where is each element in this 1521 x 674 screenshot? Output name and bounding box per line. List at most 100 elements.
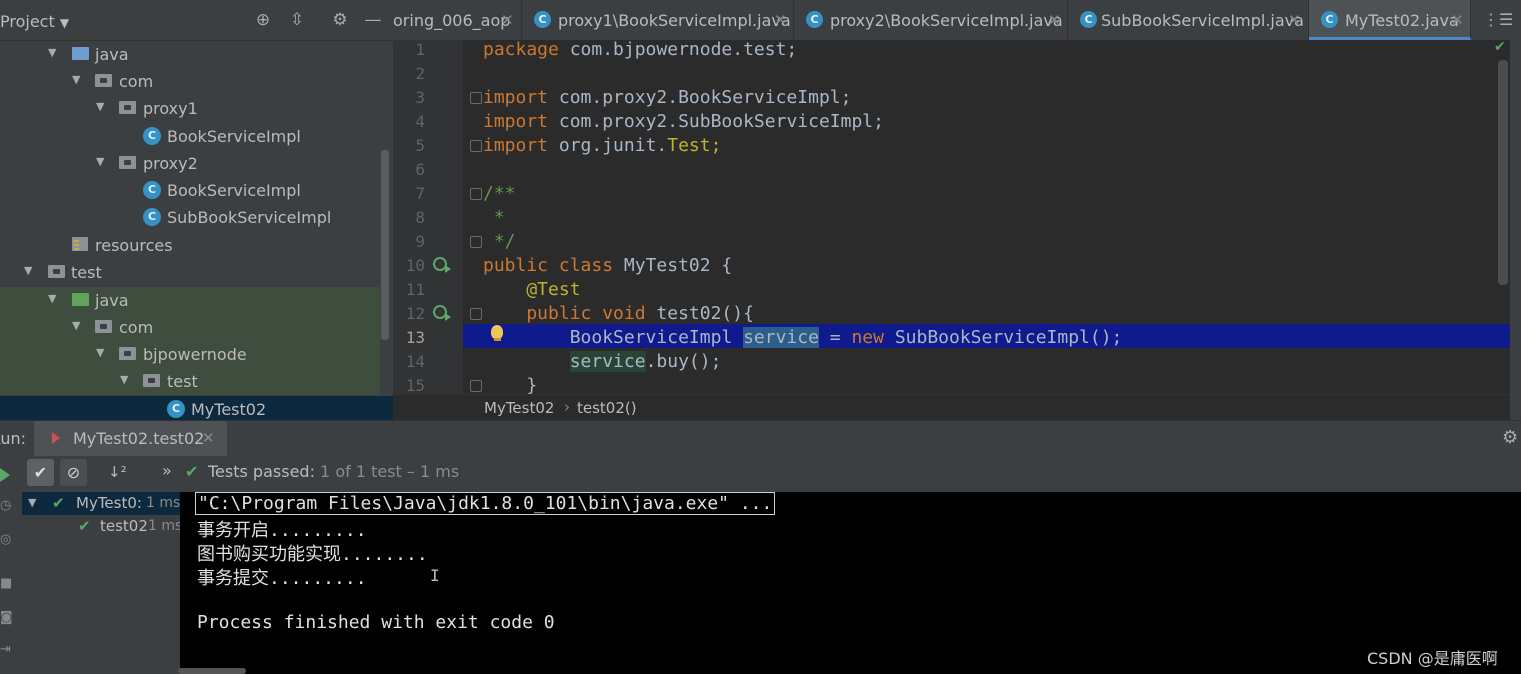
tab-label: SubBookServiceImpl.java [1101, 11, 1304, 30]
chevron-down-icon[interactable]: ▼ [24, 264, 36, 277]
chevron-down-icon[interactable]: ▼ [28, 496, 36, 509]
watermark: CSDN @是庸医啊 [1367, 649, 1498, 668]
tree-item-com[interactable]: ▼ com [0, 314, 380, 341]
tree-item-test[interactable]: ▼ test [0, 368, 380, 395]
tree-item-test[interactable]: ▼ test [0, 259, 380, 286]
close-icon[interactable]: ✕ [501, 11, 514, 29]
sort-icon[interactable]: ↓² [108, 463, 127, 481]
console-line: 事务开启......... [197, 520, 367, 541]
chevron-down-icon[interactable]: ▼ [120, 373, 132, 386]
tab-spring-006-aop[interactable]: oring_006_aop ✕ [393, 0, 522, 40]
code-text: BookServiceImpl [483, 327, 744, 348]
package-icon [119, 156, 136, 169]
close-icon[interactable]: ✕ [1288, 11, 1301, 29]
code-line-4: import com.proxy2.SubBookServiceImpl; [483, 111, 884, 135]
chevron-down-icon[interactable]: ▼ [96, 100, 108, 113]
fold-icon[interactable] [470, 188, 482, 200]
run-test-icon[interactable] [433, 257, 451, 273]
locate-icon[interactable]: ⊕ [252, 9, 274, 31]
keyword: public class [483, 255, 614, 276]
inspection-ok-icon[interactable]: ✔ [1494, 39, 1506, 55]
run-label: Run: [0, 429, 27, 448]
project-scrollbar[interactable] [381, 150, 389, 340]
fold-icon[interactable] [470, 92, 482, 104]
fold-icon[interactable] [470, 380, 482, 392]
gear-icon[interactable]: ⚙ [329, 9, 351, 31]
close-icon[interactable]: ✕ [1048, 11, 1061, 29]
code-text: org.junit. [548, 135, 668, 156]
line-number: 4 [415, 112, 425, 131]
project-view-selector[interactable]: Project ▼ [0, 12, 69, 31]
console-output[interactable]: "C:\Program Files\Java\jdk1.8.0_101\bin\… [180, 492, 1521, 674]
package-icon [95, 320, 112, 333]
keyword: public void [483, 303, 646, 324]
breadcrumb-item[interactable]: MyTest02 [484, 399, 554, 417]
stop-icon[interactable]: ■ [0, 576, 12, 591]
tab-label: oring_006_aop [393, 11, 511, 30]
tab-proxy2-bookserviceimpl[interactable]: C proxy2\BookServiceImpl.java ✕ [794, 0, 1068, 40]
run-test-icon[interactable] [433, 305, 451, 321]
camera-icon[interactable]: ◎ [0, 532, 12, 547]
close-icon[interactable]: ✕ [1451, 11, 1464, 29]
test-tree-scrollbar[interactable] [178, 668, 246, 674]
breadcrumb-item[interactable]: test02() [577, 399, 637, 417]
chevron-down-icon[interactable]: ▼ [48, 46, 60, 59]
tree-item-resources[interactable]: resources [0, 232, 380, 259]
tab-subbookserviceimpl[interactable]: C SubBookServiceImpl.java ✕ [1068, 0, 1309, 40]
fold-icon[interactable] [470, 140, 482, 152]
editor-scrollbar[interactable] [1498, 60, 1508, 285]
project-title: Project [0, 12, 55, 31]
test-suite-row[interactable]: ▼ ✔ MyTest0: 1 ms [22, 492, 181, 515]
tree-item-java[interactable]: ▼ java [0, 287, 380, 314]
code-editor[interactable]: 1 2 3 4 5 6 7 8 9 10 11 12 13 14 15 pack… [393, 40, 1510, 394]
rerun-icon[interactable] [0, 468, 10, 482]
tree-item-bjpowernode[interactable]: ▼ bjpowernode [0, 341, 380, 368]
tree-item-mytest02[interactable]: C MyTest02 [0, 396, 393, 420]
tree-item-proxy2[interactable]: ▼ proxy2 [0, 150, 380, 177]
chevron-down-icon[interactable]: ▼ [48, 292, 60, 305]
code-line-13: BookServiceImpl service = new SubBookSer… [483, 327, 1122, 351]
tab-proxy1-bookserviceimpl[interactable]: C proxy1\BookServiceImpl.java ✕ [522, 0, 794, 40]
show-passed-button[interactable]: ✔ [27, 459, 54, 486]
tree-item-java[interactable]: ▼ java [0, 41, 380, 68]
fold-icon[interactable] [470, 236, 482, 248]
fold-icon[interactable] [470, 308, 482, 320]
code-line-15: } [483, 375, 538, 394]
chevron-down-icon[interactable]: ▼ [72, 319, 84, 332]
gear-icon[interactable]: ⚙ [1502, 427, 1518, 448]
history-icon[interactable]: ◷ [0, 498, 12, 513]
tree-item-proxy1[interactable]: ▼ proxy1 [0, 95, 380, 122]
test-source-folder-icon [72, 293, 89, 306]
tree-item-bookserviceimpl[interactable]: C BookServiceImpl [0, 177, 380, 204]
tree-item-subbookserviceimpl[interactable]: C SubBookServiceImpl [0, 204, 380, 231]
tree-item-label: com [119, 72, 154, 91]
run-tab[interactable]: MyTest02.test02 ✕ [34, 421, 227, 456]
tab-mytest02[interactable]: C MyTest02.java ✕ [1309, 0, 1471, 40]
show-ignored-button[interactable]: ⊘ [60, 459, 87, 486]
exit-icon[interactable]: ⇥ [0, 642, 12, 657]
tree-item-com[interactable]: ▼ com [0, 68, 380, 95]
chevron-down-icon[interactable]: ▼ [96, 155, 108, 168]
code-text: MyTest02 { [613, 255, 733, 276]
screenshot-icon[interactable]: ◙ [0, 610, 13, 625]
test-method-row[interactable]: ✔ test02 1 ms [22, 515, 183, 538]
run-side-toolbar: ◷ ◎ ■ ◙ ⇥ [0, 492, 22, 674]
chevron-down-icon[interactable]: ▼ [96, 346, 108, 359]
line-number: 13 [405, 328, 425, 347]
tree-item-bookserviceimpl[interactable]: C BookServiceImpl [0, 123, 380, 150]
chevron-down-icon[interactable]: ▼ [72, 73, 84, 86]
minimize-icon[interactable]: — [362, 9, 384, 31]
collapse-all-icon[interactable]: ⇳ [286, 9, 308, 31]
class-icon: C [1080, 11, 1097, 28]
close-icon[interactable]: ✕ [202, 429, 215, 447]
package-icon [95, 74, 112, 87]
code-line-9: */ [483, 231, 516, 252]
passed-icon: ✔ [78, 517, 91, 535]
line-number: 9 [415, 232, 425, 251]
console-line: 事务提交......... [197, 568, 367, 589]
tab-list-icon[interactable]: ⋮☰ [1483, 10, 1513, 29]
chevron-down-icon: ▼ [59, 16, 70, 30]
code-line-10: public class MyTest02 { [483, 255, 732, 279]
close-icon[interactable]: ✕ [774, 11, 787, 29]
more-actions-icon[interactable]: » [162, 461, 172, 480]
